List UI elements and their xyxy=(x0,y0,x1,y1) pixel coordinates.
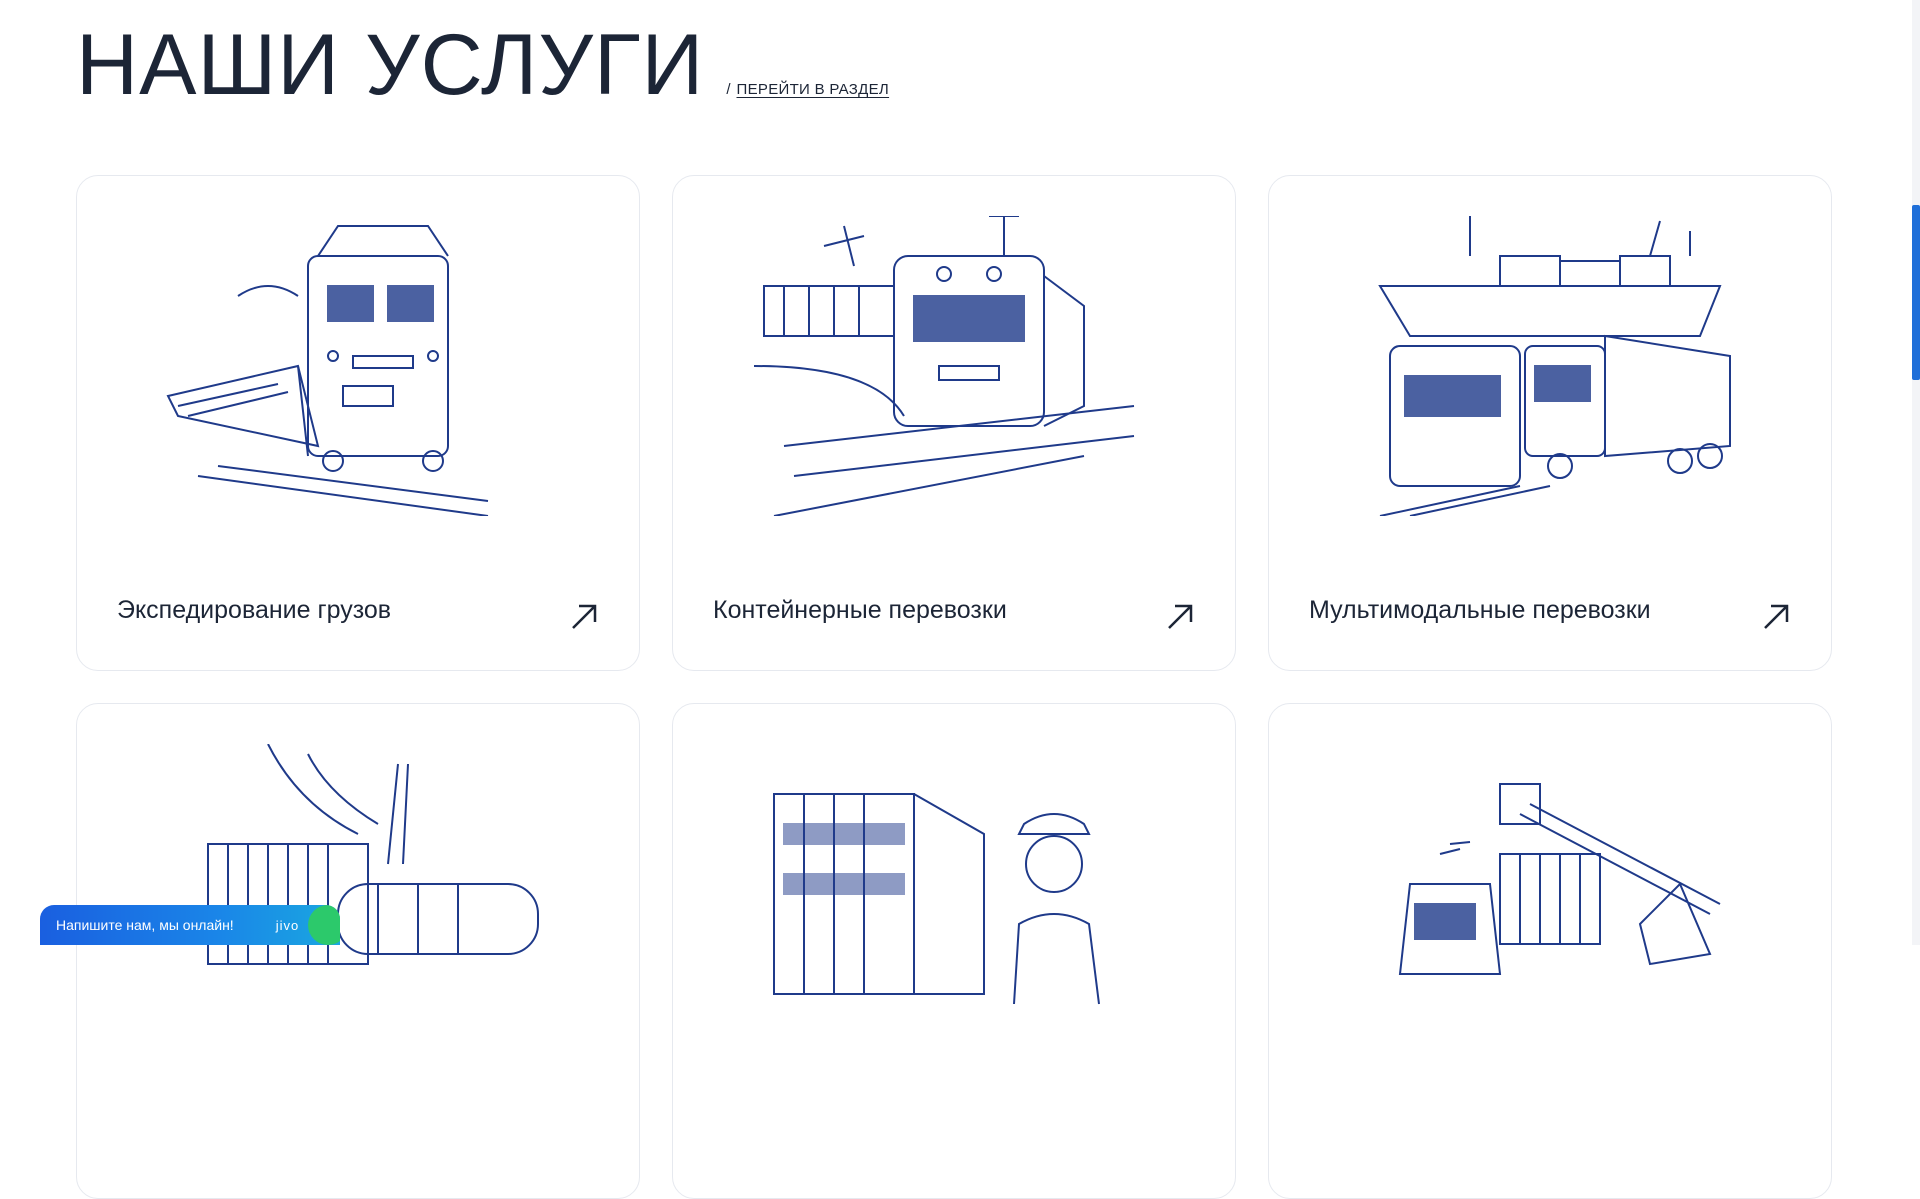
service-card-5[interactable] xyxy=(672,703,1236,1199)
arrow-up-right-icon[interactable] xyxy=(569,602,599,632)
chat-widget[interactable]: Напишите нам, мы онлайн! jivo xyxy=(40,905,340,945)
arrow-up-right-icon[interactable] xyxy=(1165,602,1195,632)
service-card-6[interactable] xyxy=(1268,703,1832,1199)
chat-widget-label[interactable]: Напишите нам, мы онлайн! xyxy=(56,917,234,933)
breadcrumb-separator: / xyxy=(726,81,731,98)
online-status-icon xyxy=(308,905,340,945)
service-card-freight-forwarding[interactable]: Экспедирование грузов xyxy=(76,175,640,671)
breadcrumb: / ПЕРЕЙТИ В РАЗДЕЛ xyxy=(726,81,889,98)
go-to-section-link[interactable]: ПЕРЕЙТИ В РАЗДЕЛ xyxy=(737,81,890,98)
container-truck-stewardess-illustration xyxy=(773,793,1100,1005)
crane-truck-illustration xyxy=(1398,783,1721,975)
jivo-logo: jivo xyxy=(275,917,300,933)
service-card-4[interactable] xyxy=(76,703,640,1199)
page-title: НАШИ УСЛУГИ xyxy=(76,17,705,113)
scrollbar-thumb[interactable] xyxy=(1912,205,1920,380)
tank-train-illustration xyxy=(207,744,539,965)
locomotive-train-illustration xyxy=(166,225,489,516)
arrow-up-right-icon[interactable] xyxy=(1761,602,1791,632)
service-card-multimodal-transport[interactable]: Мультимодальные перевозки xyxy=(1268,175,1832,671)
section-header: НАШИ УСЛУГИ / ПЕРЕЙТИ В РАЗДЕЛ xyxy=(76,22,889,108)
ship-train-truck-illustration xyxy=(1378,216,1731,516)
service-card-container-transport[interactable]: Контейнерные перевозки xyxy=(672,175,1236,671)
container-train-illustration xyxy=(754,216,1135,516)
service-title: Контейнерные перевозки xyxy=(713,596,1007,624)
service-title: Экспедирование грузов xyxy=(117,596,392,624)
service-title: Мультимодальные перевозки xyxy=(1309,596,1651,624)
scrollbar[interactable] xyxy=(1912,0,1920,945)
